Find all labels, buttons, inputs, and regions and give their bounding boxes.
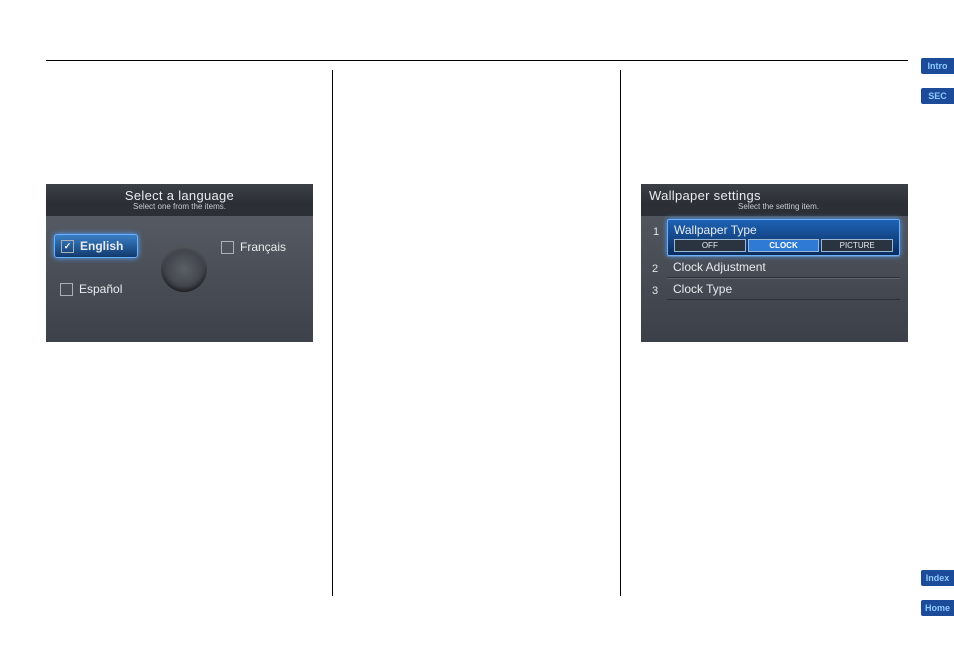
- wallpaper-title: Wallpaper settings: [649, 188, 908, 203]
- item-label: Clock Type: [673, 282, 894, 296]
- language-option-espanol[interactable]: Español: [60, 282, 122, 296]
- wallpaper-subtitle: Select the setting item.: [649, 202, 908, 211]
- wallpaper-title-bar: Wallpaper settings Select the setting it…: [641, 184, 908, 216]
- language-option-english[interactable]: ✓ English: [54, 234, 138, 258]
- checkbox-empty-icon: [221, 241, 234, 254]
- language-option-francais[interactable]: Français: [221, 240, 286, 254]
- side-tab-intro[interactable]: Intro: [921, 58, 954, 74]
- top-rule: [46, 60, 908, 61]
- segment-picture[interactable]: PICTURE: [821, 239, 893, 252]
- language-title: Select a language: [46, 188, 313, 203]
- language-title-bar: Select a language Select one from the it…: [46, 184, 313, 216]
- item-number: 1: [648, 226, 664, 238]
- language-body: ✓ English Français Español: [46, 216, 313, 342]
- item-number: 3: [647, 285, 663, 297]
- side-tab-index[interactable]: Index: [921, 570, 954, 586]
- dial-icon: [161, 246, 207, 292]
- column-2: [332, 70, 618, 596]
- wallpaper-list: 1 Wallpaper Type OFF CLOCK PICTURE 2 Clo…: [641, 216, 908, 342]
- segment-clock[interactable]: CLOCK: [748, 239, 820, 252]
- checkbox-checked-icon: ✓: [61, 240, 74, 253]
- segment-row: OFF CLOCK PICTURE: [674, 239, 893, 252]
- language-screenshot: Select a language Select one from the it…: [46, 184, 313, 342]
- column-1: Select a language Select one from the it…: [46, 70, 331, 596]
- segment-off[interactable]: OFF: [674, 239, 746, 252]
- wallpaper-screenshot: Wallpaper settings Select the setting it…: [641, 184, 908, 342]
- content-columns: Select a language Select one from the it…: [46, 70, 908, 596]
- wallpaper-item-type[interactable]: 1 Wallpaper Type OFF CLOCK PICTURE: [667, 219, 900, 256]
- wallpaper-item-clock-type[interactable]: 3 Clock Type: [667, 278, 900, 300]
- language-label: English: [80, 239, 123, 253]
- side-tab-sec[interactable]: SEC: [921, 88, 954, 104]
- side-tab-home[interactable]: Home: [921, 600, 954, 616]
- language-label: Français: [240, 240, 286, 254]
- checkbox-empty-icon: [60, 283, 73, 296]
- wallpaper-item-clock-adjustment[interactable]: 2 Clock Adjustment: [667, 256, 900, 278]
- item-label: Wallpaper Type: [674, 223, 893, 237]
- language-subtitle: Select one from the items.: [46, 202, 313, 211]
- column-3: Wallpaper settings Select the setting it…: [620, 70, 906, 596]
- item-number: 2: [647, 263, 663, 275]
- language-label: Español: [79, 282, 122, 296]
- item-label: Clock Adjustment: [673, 260, 894, 274]
